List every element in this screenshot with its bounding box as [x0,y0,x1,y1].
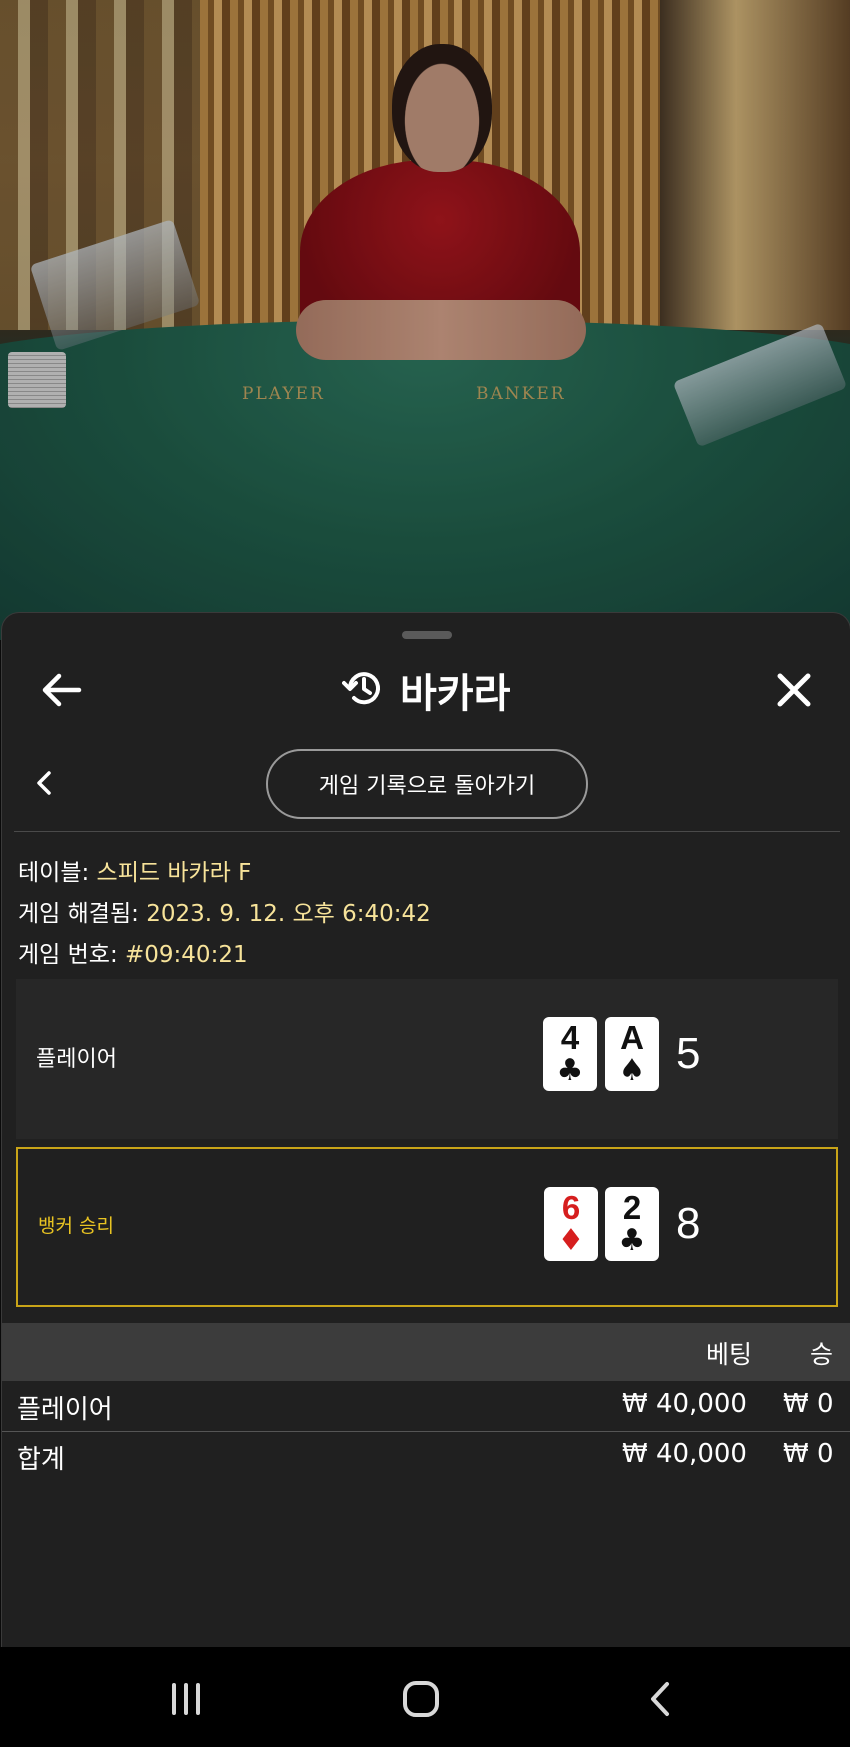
card-rank: A [620,1019,644,1056]
bet-column-header: 베팅 [706,1340,753,1369]
card-rank: 6 [561,1189,581,1226]
player-hand-row: 플레이어 4 ♣ A ♠ 5 [16,979,838,1139]
playing-card: A ♠ [605,1017,659,1091]
chevron-left-icon[interactable] [14,753,74,813]
bet-name: 플레이어 [17,1395,113,1425]
table-row: 플레이어 ₩ 40,000 ₩ 0 [2,1381,850,1431]
playing-card: 2 ♣ [605,1187,659,1261]
game-number-info: 게임 번호: #09:40:21 [18,935,248,969]
diamond-suit-icon: ♦ [557,1223,585,1258]
table-value: 스피드 바카라 F [96,860,252,886]
sheet-drag-handle[interactable] [402,631,452,639]
win-amount: ₩ 0 [783,1389,834,1419]
arrow-left-icon[interactable] [32,660,92,720]
sheet-header: 바카라 [2,651,850,729]
total-win-amount: ₩ 0 [783,1439,834,1469]
banker-win-label: 뱅커 승리 [38,1215,114,1237]
game-number-value: #09:40:21 [125,942,248,968]
card-rank: 2 [622,1189,642,1226]
table-label: 테이블: [18,860,90,886]
banker-hand-row: 뱅커 승리 6 ♦ 2 ♣ 8 [16,1147,838,1307]
resolved-label: 게임 해결됨: [18,901,139,927]
bets-table-header: 베팅 승 [2,1323,850,1381]
player-hand-label: 플레이어 [36,1047,117,1072]
table-row: 합계 ₩ 40,000 ₩ 0 [2,1431,850,1481]
history-detail-sheet: 바카라 게임 기록으로 돌아가기 테이블: 스피드 바카라 F 게임 해결됨: … [1,612,850,1648]
history-icon [342,667,384,713]
spade-suit-icon: ♠ [618,1053,646,1088]
card-rank: 4 [560,1019,580,1056]
home-icon[interactable] [391,1677,451,1721]
recents-icon[interactable] [156,1677,216,1721]
resolved-value: 2023. 9. 12. 오후 6:40:42 [146,901,431,927]
total-bet-amount: ₩ 40,000 [622,1439,747,1469]
player-score: 5 [676,1029,701,1078]
win-column-header: 승 [810,1340,834,1369]
club-suit-icon: ♣ [556,1053,584,1088]
sub-navigation: 게임 기록으로 돌아가기 [2,745,850,821]
close-icon[interactable] [764,660,824,720]
playing-card: 6 ♦ [544,1187,598,1261]
table-info: 테이블: 스피드 바카라 F [18,853,251,887]
sheet-title: 바카라 [400,671,511,717]
banker-score: 8 [676,1199,701,1248]
bet-amount: ₩ 40,000 [622,1389,747,1419]
playing-card: 4 ♣ [543,1017,597,1091]
game-number-label: 게임 번호: [18,942,118,968]
divider [14,831,840,832]
total-label: 합계 [17,1445,65,1475]
club-suit-icon: ♣ [618,1223,646,1258]
resolved-info: 게임 해결됨: 2023. 9. 12. 오후 6:40:42 [18,894,431,928]
sheet-title-group: 바카라 [342,661,510,719]
back-icon[interactable] [630,1677,690,1721]
back-to-history-button[interactable]: 게임 기록으로 돌아가기 [266,749,588,819]
system-nav-bar [0,1647,850,1747]
